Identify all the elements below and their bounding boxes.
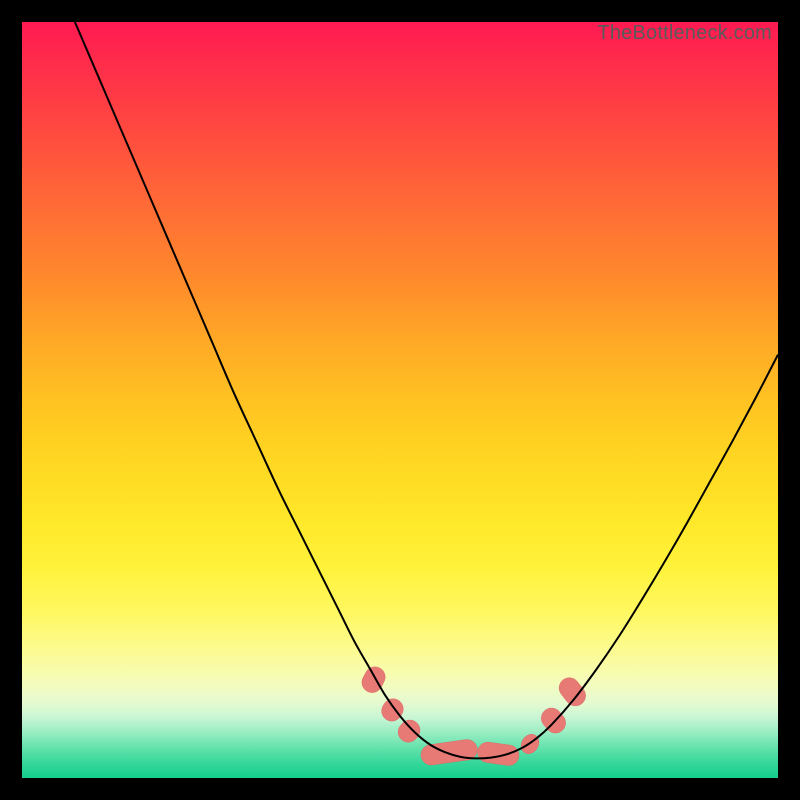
chart-frame: TheBottleneck.com [0,0,800,800]
bottleneck-curve [75,22,778,758]
curve-marker [358,663,388,696]
curve-marker [394,716,424,746]
curve-marker [555,674,590,710]
curve-marker [476,741,520,767]
plot-area: TheBottleneck.com [22,22,778,778]
chart-svg [22,22,778,778]
marker-group [358,663,589,767]
